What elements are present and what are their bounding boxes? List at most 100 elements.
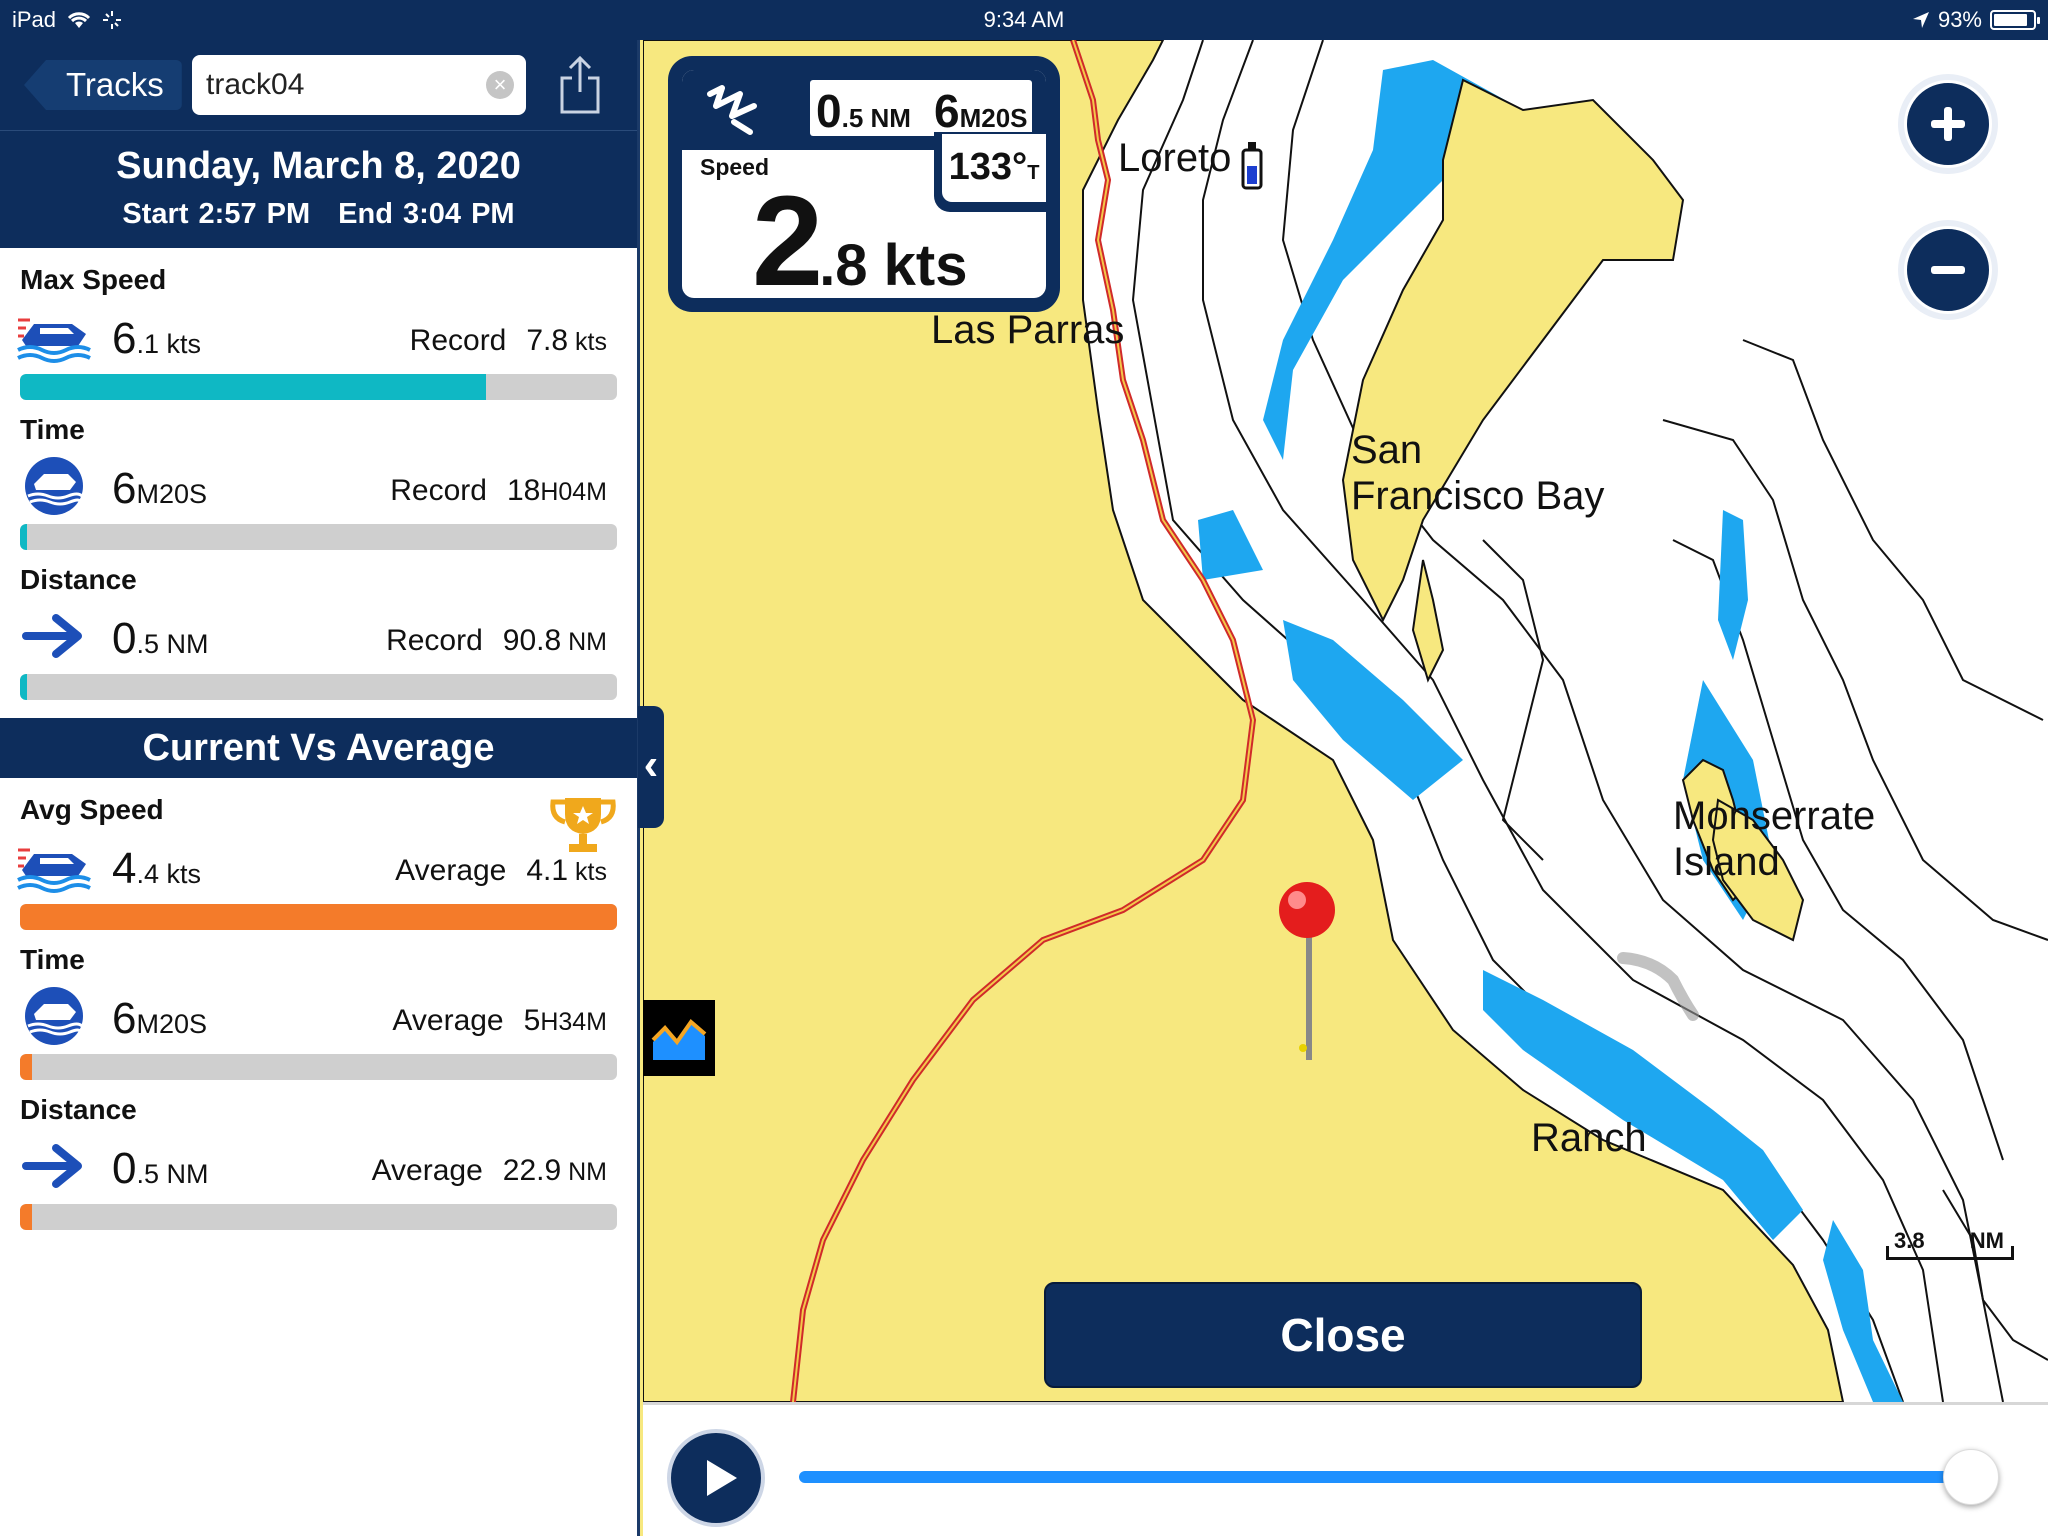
stat-reference: Average 4.1 kts — [395, 854, 607, 888]
stat-value-small: M20S — [136, 479, 208, 509]
stat-title: Time — [20, 414, 85, 445]
stat-title: Time — [20, 944, 85, 975]
stat-value-big: 6 — [112, 464, 137, 513]
distance-big: 0 — [816, 85, 842, 137]
track-start: Start 2:57 PM — [122, 198, 311, 230]
stat-value-small: .1 kts — [136, 329, 202, 359]
stat-reference-big: 4.1 — [526, 854, 569, 887]
map-label-las-parras: Las Parras — [931, 308, 1125, 352]
map-label-san-francisco-bay-2: Francisco Bay — [1351, 474, 1605, 518]
stat-progress-bar — [20, 524, 617, 550]
track-name-field[interactable]: × — [192, 55, 526, 115]
stat-progress-fill — [20, 374, 486, 400]
stat-progress-bar — [20, 1054, 617, 1080]
zoom-out-button[interactable] — [1898, 220, 1998, 320]
stat-reference-small: H34M — [540, 1008, 607, 1036]
time-big: 6 — [934, 85, 960, 137]
clock: 9:34 AM — [983, 7, 1065, 32]
status-bar: iPad 9:34 AM 93% — [0, 0, 2048, 40]
speed-widget[interactable]: 0.5 NM 6M20S 133°T Speed 2.8 kts — [668, 56, 1060, 312]
track-name-input[interactable] — [206, 63, 476, 107]
stat-reference-big: 18 — [506, 474, 541, 507]
play-icon — [707, 1460, 737, 1496]
stat-progress-fill — [20, 524, 28, 550]
stat-progress-bar — [20, 674, 617, 700]
heading-unit: T — [1027, 162, 1040, 184]
playback-bar — [643, 1402, 2048, 1536]
play-button[interactable] — [667, 1429, 765, 1527]
stat-reference-small: H04M — [540, 478, 607, 506]
playback-slider-track[interactable] — [799, 1471, 1979, 1483]
close-button[interactable]: Close — [1044, 1282, 1642, 1388]
stat-value-big: 6 — [112, 314, 137, 363]
time-small: M20S — [959, 103, 1028, 133]
stat-reference: Average 5H34M — [392, 1004, 607, 1038]
map-label-san-francisco-bay-1: San — [1351, 428, 1423, 472]
map-label-monserrate-1: Monserrate — [1673, 794, 1876, 838]
summary-stats: Max Speed 6.1 kts Record 7.8 kts Time 6M20S Re… — [0, 248, 637, 700]
boat-time-icon — [16, 456, 92, 516]
zoom-in-button[interactable] — [1898, 74, 1998, 174]
marina-icon — [1241, 142, 1263, 190]
stat-title: Avg Speed — [20, 794, 164, 825]
scale-value: 3.8 — [1894, 1228, 1925, 1253]
speed-small: .8 kts — [819, 233, 968, 298]
stat-value-big: 4 — [112, 844, 137, 893]
stat-value: 6M20S — [112, 464, 207, 514]
stat-progress-bar — [20, 1204, 617, 1230]
stat-row: Distance 0.5 NM Record 90.8 NM — [0, 548, 637, 700]
boat-time-icon — [16, 986, 92, 1046]
panel-header: Tracks × — [0, 40, 637, 130]
stat-value-big: 0 — [112, 1144, 137, 1193]
location-arrow-icon — [1912, 12, 1929, 28]
stat-progress-fill — [20, 1054, 32, 1080]
stat-value-big: 6 — [112, 994, 137, 1043]
stat-value-small: M20S — [136, 1009, 208, 1039]
stat-value: 6M20S — [112, 994, 207, 1044]
stat-row: Avg Speed 4.4 kts Average 4.1 kts — [0, 778, 637, 930]
stat-value-small: .5 NM — [136, 1159, 209, 1189]
stat-progress-fill — [20, 674, 28, 700]
track-details-panel: Tracks × Sunday, March 8, 2020 Start 2:5… — [0, 40, 640, 1536]
stat-reference-big: 90.8 — [502, 624, 562, 657]
trophy-icon — [547, 794, 619, 856]
location-pin-icon[interactable] — [1273, 880, 1343, 1070]
stat-reference-big: 5 — [523, 1004, 541, 1037]
share-icon[interactable] — [556, 54, 604, 116]
graph-icon — [651, 1019, 707, 1060]
battery-percent: 93% — [1937, 7, 1982, 32]
boat-speed-icon — [16, 306, 92, 366]
stat-value-small: .5 NM — [136, 629, 209, 659]
stat-value-small: .4 kts — [136, 859, 202, 889]
stat-title: Max Speed — [20, 264, 167, 295]
stat-row: Distance 0.5 NM Average 22.9 NM — [0, 1078, 637, 1230]
arrow-right-icon — [16, 606, 92, 666]
panel-collapse-tab[interactable]: ‹ — [638, 706, 664, 828]
track-end: End 3:04 PM — [338, 198, 515, 230]
stat-reference-big: 22.9 — [502, 1154, 562, 1187]
stat-value-big: 0 — [112, 614, 137, 663]
stat-progress-bar — [20, 374, 617, 400]
stat-reference-label: Record — [409, 324, 507, 357]
comparison-stats: Avg Speed 4.4 kts Average 4.1 kts Time 6M20S A… — [0, 778, 637, 1230]
stat-progress-fill — [20, 1204, 32, 1230]
stat-reference-label: Record — [390, 474, 487, 507]
stat-row: Max Speed 6.1 kts Record 7.8 kts — [0, 248, 637, 400]
clear-icon[interactable]: × — [486, 71, 514, 99]
stat-value: 0.5 NM — [112, 1144, 209, 1194]
track-date: Sunday, March 8, 2020 — [116, 145, 521, 187]
stat-progress-bar — [20, 904, 617, 930]
stat-reference: Record 18H04M — [390, 474, 607, 508]
distance-time-readout: 0.5 NM 6M20S — [810, 80, 1032, 137]
stat-value: 6.1 kts — [112, 314, 201, 364]
comparison-header: Current Vs Average — [0, 718, 637, 778]
stat-progress-fill — [20, 904, 617, 930]
stat-reference-label: Record — [386, 624, 483, 657]
map-label-loreto: Loreto — [1118, 136, 1232, 180]
tracks-back-button[interactable]: Tracks — [24, 60, 182, 110]
playback-slider-thumb[interactable] — [1943, 1449, 1999, 1505]
battery-icon — [1990, 10, 2040, 30]
map-label-monserrate-2: Island — [1673, 840, 1780, 884]
stat-reference-small: NM — [561, 1158, 607, 1186]
graph-button[interactable] — [643, 1000, 715, 1076]
